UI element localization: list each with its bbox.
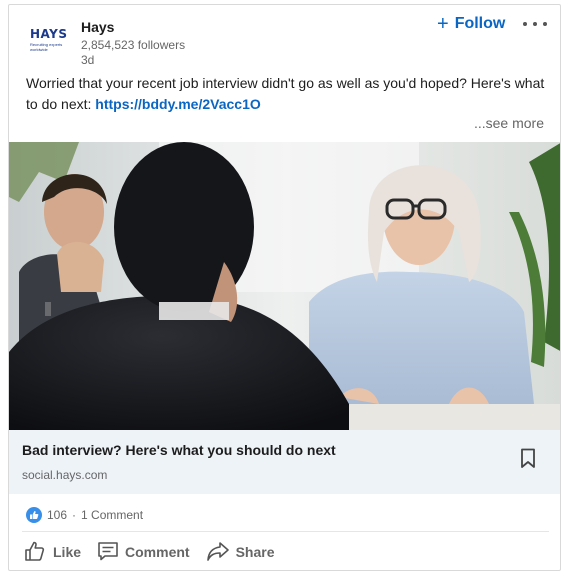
like-icon <box>26 507 42 523</box>
interview-photo <box>9 142 560 430</box>
share-icon <box>206 540 230 565</box>
comment-label: Comment <box>125 544 190 560</box>
reaction-count[interactable]: 106 <box>47 508 67 522</box>
article-source: social.hays.com <box>22 468 108 482</box>
ellipsis-icon <box>523 22 527 26</box>
social-actions-bar: Like Comment Share <box>23 538 291 566</box>
logo-tagline: Recruiting experts worldwide <box>30 42 63 52</box>
count-separator: · <box>72 508 77 522</box>
ellipsis-icon <box>533 22 537 26</box>
feed-post-card: HAYS Recruiting experts worldwide Hays 2… <box>8 4 561 571</box>
thumbs-up-icon <box>23 539 47 566</box>
article-title[interactable]: Bad interview? Here's what you should do… <box>22 442 336 458</box>
commentary-link[interactable]: https://bddy.me/2Vacc1O <box>95 96 260 112</box>
share-button[interactable]: Share <box>206 540 275 565</box>
share-label: Share <box>235 544 275 560</box>
article-image[interactable] <box>9 142 560 430</box>
logo-wordmark: HAYS <box>30 27 68 41</box>
follower-count: 2,854,523 followers <box>81 38 186 52</box>
like-button[interactable]: Like <box>23 539 81 566</box>
ellipsis-icon <box>543 22 547 26</box>
company-logo[interactable]: HAYS Recruiting experts worldwide <box>27 25 71 57</box>
bookmark-icon[interactable] <box>520 448 536 474</box>
comment-count[interactable]: 1 Comment <box>81 508 143 522</box>
like-label: Like <box>53 544 82 560</box>
divider <box>22 531 549 532</box>
post-time: 3d <box>81 53 95 67</box>
follow-label: Follow <box>454 15 506 32</box>
company-name[interactable]: Hays <box>81 19 114 35</box>
plus-icon: + <box>437 13 449 35</box>
post-header: HAYS Recruiting experts worldwide Hays 2… <box>9 5 560 69</box>
comment-button[interactable]: Comment <box>97 540 190 565</box>
see-more-link[interactable]: ...see more <box>474 115 544 131</box>
article-preview[interactable]: Bad interview? Here's what you should do… <box>9 430 560 494</box>
social-counts: 106 · 1 Comment <box>26 505 143 525</box>
comment-icon <box>97 540 119 565</box>
follow-button[interactable]: + Follow <box>437 13 506 35</box>
post-commentary: Worried that your recent job interview d… <box>26 73 546 115</box>
more-options-button[interactable] <box>523 19 547 29</box>
